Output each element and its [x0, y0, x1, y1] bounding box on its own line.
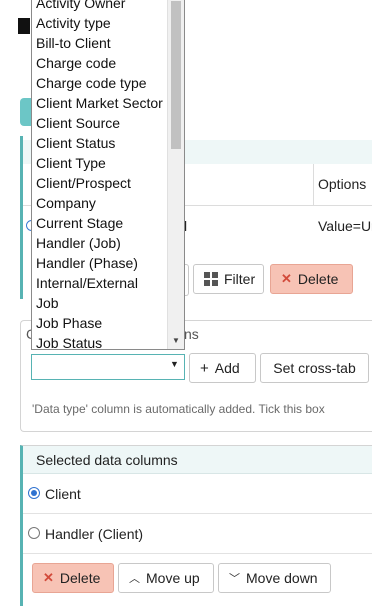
dropdown-option[interactable]: Handler (Job): [32, 233, 169, 253]
dropdown-option[interactable]: Internal/External: [32, 273, 169, 293]
move-down-label: Move down: [246, 570, 318, 586]
info-text: 'Data type' column is automatically adde…: [32, 402, 325, 416]
add-button-label: Add: [214, 360, 240, 376]
caret-down-icon[interactable]: ▼: [170, 359, 179, 369]
selected-panel-title: Selected data columns: [36, 452, 178, 468]
dropdown-options: Activity Owner Activity type Bill-to Clien…: [32, 0, 169, 349]
move-up-button[interactable]: ︿ Move up: [118, 563, 214, 593]
filter-button-label: Filter: [224, 271, 256, 287]
dropdown-option[interactable]: Activity Owner: [32, 0, 169, 13]
dropdown-option[interactable]: Client Status: [32, 133, 169, 153]
dropdown-option[interactable]: Company: [32, 193, 169, 213]
row-options-value: Value=Ur: [318, 218, 372, 234]
close-icon: ✕: [43, 570, 54, 585]
filter-icon: [204, 272, 218, 286]
column-dropdown-list[interactable]: Activity Owner Activity type Bill-to Clien…: [31, 0, 185, 350]
page-title-fragment: [18, 18, 30, 34]
delete-button-label: Delete: [297, 271, 339, 287]
dropdown-option[interactable]: Client Type: [32, 153, 169, 173]
handler-client-radio[interactable]: [28, 527, 40, 539]
delete-selected-label: Delete: [59, 570, 101, 586]
chevron-up-icon: ︿: [129, 573, 140, 585]
delete-row-button[interactable]: ✕ Delete: [270, 264, 353, 294]
crosstab-button-label: Set cross-tab: [273, 360, 356, 376]
scrollbar-thumb[interactable]: [171, 1, 181, 149]
dropdown-scrollbar[interactable]: ▼: [167, 0, 184, 349]
dropdown-option[interactable]: Handler (Phase): [32, 253, 169, 273]
options-column-header: Options: [318, 176, 367, 192]
close-icon: ✕: [281, 271, 292, 286]
chevron-down-icon: ﹀: [229, 573, 240, 585]
dropdown-option[interactable]: Job Status: [32, 333, 169, 349]
move-down-button[interactable]: ﹀ Move down: [218, 563, 331, 593]
column-select[interactable]: [31, 354, 185, 380]
dropdown-option[interactable]: Client/Prospect: [32, 173, 169, 193]
dropdown-option[interactable]: Bill-to Client: [32, 33, 169, 53]
dropdown-option[interactable]: Client Market Sector: [32, 93, 169, 113]
filter-button[interactable]: Filter: [193, 264, 264, 294]
dropdown-option[interactable]: Job Phase: [32, 313, 169, 333]
dropdown-option[interactable]: Charge code type: [32, 73, 169, 93]
column-divider: [313, 164, 314, 205]
dropdown-option[interactable]: Job: [32, 293, 169, 313]
dropdown-option[interactable]: Current Stage: [32, 213, 169, 233]
move-up-label: Move up: [146, 570, 200, 586]
add-button[interactable]: + Add: [189, 353, 256, 383]
dropdown-option[interactable]: Client Source: [32, 113, 169, 133]
panel-legend-end: ns: [184, 326, 199, 342]
client-radio[interactable]: [28, 487, 40, 499]
client-label: Client: [45, 486, 81, 502]
delete-selected-button[interactable]: ✕ Delete: [32, 563, 114, 593]
scroll-down-arrow-icon[interactable]: ▼: [172, 336, 180, 345]
dropdown-option[interactable]: Charge code: [32, 53, 169, 73]
handler-client-label: Handler (Client): [45, 526, 144, 542]
set-crosstab-button[interactable]: Set cross-tab: [260, 353, 369, 383]
dropdown-option[interactable]: Activity type: [32, 13, 169, 33]
plus-icon: +: [200, 359, 209, 377]
